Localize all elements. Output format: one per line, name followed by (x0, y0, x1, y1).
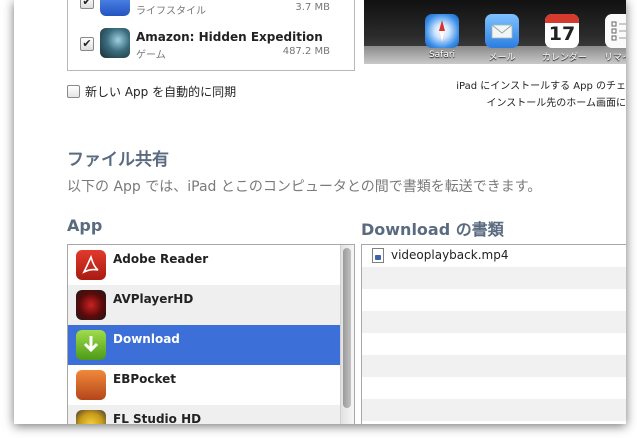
sync-app-name: Amazon: Hidden Expedition (136, 30, 323, 44)
sync-app-category: ライフスタイル (136, 6, 206, 17)
auto-sync-label: 新しい App を自動的に同期 (85, 85, 237, 99)
ipad-app-label: メール (488, 53, 516, 63)
app-list-scrollbar[interactable] (340, 245, 354, 424)
app-list-name: Download (113, 332, 180, 346)
sync-checkbox[interactable]: ✔ (80, 37, 94, 51)
document-item[interactable]: videoplayback.mp4 (362, 245, 626, 267)
ipad-app-label: リマイン (603, 53, 626, 63)
app-list-item[interactable]: Adobe Reader (68, 245, 341, 285)
app-list-name: FL Studio HD (113, 412, 202, 424)
auto-sync-option[interactable]: 新しい App を自動的に同期 (67, 83, 236, 100)
file-sharing-title: ファイル共有 (67, 150, 169, 170)
ebpocket-icon (76, 370, 106, 400)
ipad-caption: iPad にインストールする App のチェ インストール先のホーム画面に (364, 78, 626, 112)
blue-app-icon (100, 0, 130, 16)
auto-sync-checkbox[interactable] (67, 85, 80, 98)
ipad-app-reminders[interactable]: リマイン (602, 14, 626, 63)
document-name: videoplayback.mp4 (391, 248, 509, 262)
app-list-item[interactable]: EBPocket (68, 365, 341, 405)
app-list-item[interactable]: AVPlayerHD (68, 285, 341, 325)
ipad-home-preview[interactable]: Safari メール 17 カレンダー リマ (364, 0, 626, 64)
calendar-icon: 17 (545, 14, 579, 48)
mail-icon (485, 14, 519, 48)
sync-app-size: 3.7 MB (295, 2, 330, 13)
calendar-day: 17 (548, 23, 576, 45)
file-sharing-description: 以下の App では、iPad とこのコンピュータとの間で書類を転送できます。 (67, 179, 542, 195)
sync-app-size: 487.2 MB (282, 46, 330, 57)
fl-studio-icon (76, 410, 106, 424)
sync-app-row[interactable]: ✔ ライフスタイル 3.7 MB (68, 0, 354, 22)
app-list-item[interactable]: FL Studio HD (68, 405, 341, 424)
sync-app-row[interactable]: ✔ Amazon: Hidden Expedition ゲーム 487.2 MB (68, 24, 354, 64)
itunes-window: ✔ ライフスタイル 3.7 MB ✔ Amazon: Hidden Expedi… (14, 0, 626, 424)
ipad-caption-line: インストール先のホーム画面に (486, 98, 627, 109)
ipad-app-safari[interactable]: Safari (422, 14, 462, 60)
apps-column-header: App (67, 216, 103, 235)
ipad-app-calendar[interactable]: 17 カレンダー (542, 14, 588, 63)
documents-list[interactable]: videoplayback.mp4 (361, 244, 626, 424)
app-list-name: EBPocket (113, 372, 177, 386)
scrollbar-thumb[interactable] (343, 248, 351, 408)
app-list-name: AVPlayerHD (113, 292, 194, 306)
compass-icon (425, 14, 459, 48)
game-app-icon (100, 28, 130, 58)
ipad-app-mail[interactable]: メール (482, 14, 522, 63)
sync-app-category: ゲーム (136, 50, 166, 61)
documents-column-header: Download の書類 (361, 220, 504, 239)
sync-app-list[interactable]: ✔ ライフスタイル 3.7 MB ✔ Amazon: Hidden Expedi… (67, 0, 355, 71)
video-file-icon (372, 248, 384, 263)
adobe-reader-icon (76, 250, 106, 280)
file-sharing-app-list[interactable]: Adobe Reader AVPlayerHD Download EBPocke… (67, 244, 355, 424)
app-list-name: Adobe Reader (113, 252, 209, 266)
download-app-icon (76, 330, 106, 360)
sync-checkbox[interactable]: ✔ (80, 0, 94, 9)
app-list-item[interactable]: Download (68, 325, 341, 365)
reminders-icon (605, 14, 626, 48)
ipad-caption-line: iPad にインストールする App のチェ (456, 81, 626, 92)
ipad-app-label: カレンダー (542, 53, 588, 63)
avplayer-icon (76, 290, 106, 320)
ipad-app-label: Safari (428, 50, 456, 60)
